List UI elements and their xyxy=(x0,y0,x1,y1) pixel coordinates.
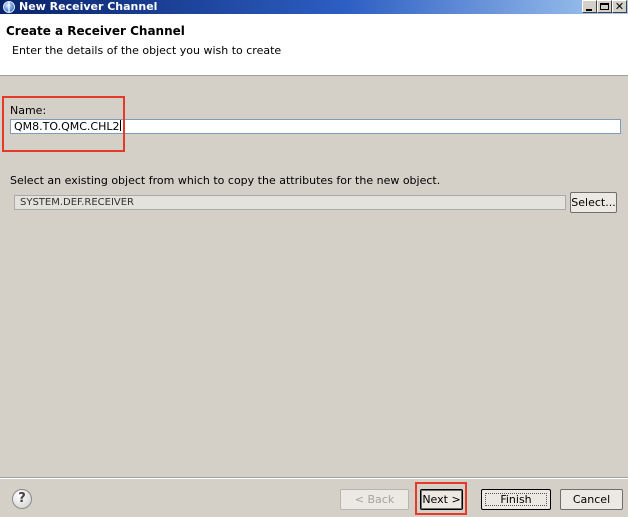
name-input[interactable]: QM8.TO.QMC.CHL2 xyxy=(10,119,621,134)
help-icon[interactable]: ? xyxy=(12,489,32,509)
text-caret xyxy=(120,120,122,131)
maximize-button[interactable] xyxy=(597,0,612,13)
title-bar[interactable]: New Receiver Channel ✕ xyxy=(0,0,628,14)
wizard-banner: Create a Receiver Channel Enter the deta… xyxy=(0,14,628,76)
page-title: Create a Receiver Channel xyxy=(6,24,185,38)
focus-ring xyxy=(485,493,547,506)
name-input-value: QM8.TO.QMC.CHL2 xyxy=(14,120,120,133)
footer-separator xyxy=(0,477,628,479)
minimize-icon xyxy=(586,9,592,11)
page-description: Enter the details of the object you wish… xyxy=(12,44,282,57)
globe-icon xyxy=(3,1,15,13)
maximize-icon xyxy=(600,3,609,10)
cancel-button[interactable]: Cancel xyxy=(560,489,623,510)
close-icon: ✕ xyxy=(614,0,625,13)
close-button[interactable]: ✕ xyxy=(612,0,627,13)
new-receiver-channel-dialog: New Receiver Channel ✕ Create a Receiver… xyxy=(0,0,628,517)
back-button[interactable]: < Back xyxy=(340,489,409,510)
name-label: Name: xyxy=(10,104,47,117)
window-title: New Receiver Channel xyxy=(19,0,158,13)
copy-object-label: Select an existing object from which to … xyxy=(10,174,441,187)
copy-object-field: SYSTEM.DEF.RECEIVER xyxy=(14,195,566,210)
minimize-button[interactable] xyxy=(582,0,597,13)
finish-button[interactable]: Finish xyxy=(481,489,551,510)
next-button[interactable]: Next > xyxy=(420,489,463,510)
select-button[interactable]: Select... xyxy=(570,192,617,213)
